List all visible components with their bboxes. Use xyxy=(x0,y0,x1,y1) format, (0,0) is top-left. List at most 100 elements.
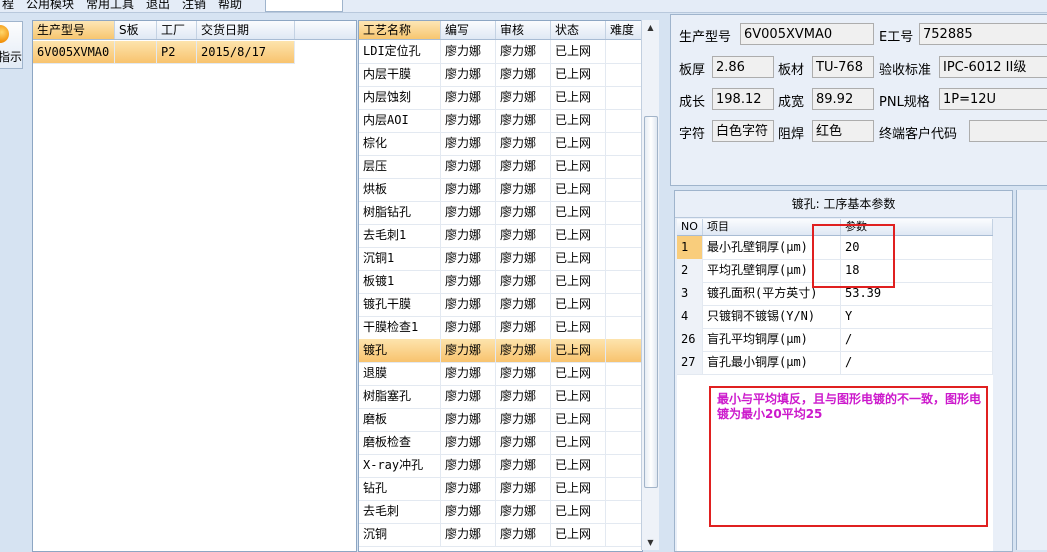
column-header-reviewer[interactable]: 审核 xyxy=(496,21,551,39)
label-e-number: E工号 xyxy=(879,30,914,45)
scroll-down-icon[interactable]: ▼ xyxy=(642,535,659,550)
cell-status: 已上网 xyxy=(551,362,606,385)
cell-item: 盲孔最小铜厚(μm) xyxy=(703,351,841,374)
menu-item[interactable]: 程 xyxy=(2,0,14,12)
table-row[interactable]: 去毛刺1 廖力娜 廖力娜 已上网 xyxy=(359,224,642,248)
menu-item-common-tools[interactable]: 常用工具 xyxy=(86,0,134,12)
column-header-difficulty[interactable]: 难度 xyxy=(606,21,642,39)
indicator-button[interactable]: 指示 xyxy=(0,21,23,69)
table-row[interactable]: 去毛刺 廖力娜 廖力娜 已上网 xyxy=(359,500,642,524)
table-row[interactable]: 内层AOI 廖力娜 廖力娜 已上网 xyxy=(359,109,642,133)
menu-bar: 程 公用模块 常用工具 退出 注销 帮助 xyxy=(0,0,1047,13)
field-width[interactable]: 89.92 xyxy=(812,88,874,110)
cell-process-name: LDI定位孔 xyxy=(359,40,441,63)
cell-status: 已上网 xyxy=(551,293,606,316)
table-row[interactable]: 烘板 廖力娜 廖力娜 已上网 xyxy=(359,178,642,202)
field-standard[interactable]: IPC-6012 II级 xyxy=(939,56,1047,78)
column-header-status[interactable]: 状态 xyxy=(551,21,606,39)
table-row[interactable]: 钻孔 廖力娜 廖力娜 已上网 xyxy=(359,477,642,501)
cell-process-name: 退膜 xyxy=(359,362,441,385)
menu-item-help[interactable]: 帮助 xyxy=(218,0,242,12)
cell-writer: 廖力娜 xyxy=(441,293,496,316)
column-header-model[interactable]: 生产型号 xyxy=(33,21,115,39)
menu-item-exit[interactable]: 退出 xyxy=(146,0,170,12)
menu-combo-box[interactable] xyxy=(265,0,343,12)
column-header-s-board[interactable]: S板 xyxy=(115,21,157,39)
scroll-thumb[interactable] xyxy=(644,116,658,488)
cell-process-name: 干膜检查1 xyxy=(359,316,441,339)
column-header-factory[interactable]: 工厂 xyxy=(157,21,197,39)
menu-item-common-modules[interactable]: 公用模块 xyxy=(26,0,74,12)
table-row[interactable]: X-ray冲孔 廖力娜 廖力娜 已上网 xyxy=(359,454,642,478)
table-row[interactable]: 6V005XVMA0 P2 2015/8/17 xyxy=(33,41,295,64)
cell-param: Y xyxy=(841,305,993,328)
process-grid: 工艺名称 编写 审核 状态 难度 LDI定位孔 廖力娜 廖力娜 已上网 内层干膜 廖力娜廖… xyxy=(358,20,643,552)
table-row[interactable]: 树脂塞孔 廖力娜 廖力娜 已上网 xyxy=(359,385,642,409)
field-material[interactable]: TU-768 xyxy=(812,56,874,78)
table-row[interactable]: 4 只镀铜不镀锡(Y/N) Y xyxy=(677,305,993,329)
field-solder-mask[interactable]: 红色 xyxy=(812,120,874,142)
cell-difficulty xyxy=(606,132,642,155)
field-e-number[interactable]: 752885 xyxy=(919,23,1047,45)
cell-status: 已上网 xyxy=(551,500,606,523)
table-row[interactable]: 板镀1 廖力娜 廖力娜 已上网 xyxy=(359,270,642,294)
cell-reviewer: 廖力娜 xyxy=(496,247,551,270)
field-thickness[interactable]: 2.86 xyxy=(712,56,774,78)
cell-status: 已上网 xyxy=(551,454,606,477)
field-legend-char[interactable]: 白色字符 xyxy=(712,120,774,142)
process-grid-scrollbar[interactable]: ▲ ▼ xyxy=(641,20,659,550)
table-row[interactable]: 树脂钻孔 廖力娜 廖力娜 已上网 xyxy=(359,201,642,225)
label-solder-mask: 阻焊 xyxy=(778,127,805,142)
table-row[interactable]: 磨板 廖力娜 廖力娜 已上网 xyxy=(359,408,642,432)
orders-grid: 生产型号 S板 工厂 交货日期 6V005XVMA0 P2 2015/8/17 xyxy=(32,20,357,552)
table-row[interactable]: 镀孔干膜 廖力娜 廖力娜 已上网 xyxy=(359,293,642,317)
table-row[interactable]: 层压 廖力娜 廖力娜 已上网 xyxy=(359,155,642,179)
product-info-panel: 生产型号 6V005XVMA0 E工号 752885 板厚 2.86 板材 TU… xyxy=(670,14,1047,186)
cell-no: 26 xyxy=(677,328,703,351)
table-row[interactable]: 镀孔 廖力娜 廖力娜 已上网 xyxy=(359,339,642,363)
cell-status: 已上网 xyxy=(551,339,606,362)
cell-difficulty xyxy=(606,293,642,316)
table-row[interactable]: LDI定位孔 廖力娜 廖力娜 已上网 xyxy=(359,40,642,64)
table-row[interactable]: 干膜检查1 廖力娜 廖力娜 已上网 xyxy=(359,316,642,340)
table-row[interactable]: 26 盲孔平均铜厚(μm) / xyxy=(677,328,993,352)
cell-process-name: 棕化 xyxy=(359,132,441,155)
cell-item: 只镀铜不镀锡(Y/N) xyxy=(703,305,841,328)
cell-writer: 廖力娜 xyxy=(441,270,496,293)
field-pnl[interactable]: 1P=12U xyxy=(939,88,1047,110)
table-row[interactable]: 内层蚀刻 廖力娜 廖力娜 已上网 xyxy=(359,86,642,110)
cell-status: 已上网 xyxy=(551,201,606,224)
label-model: 生产型号 xyxy=(679,30,732,45)
cell-reviewer: 廖力娜 xyxy=(496,86,551,109)
menu-item-logout[interactable]: 注销 xyxy=(182,0,206,12)
orders-grid-header: 生产型号 S板 工厂 交货日期 xyxy=(33,21,356,40)
label-material: 板材 xyxy=(778,63,805,78)
table-row[interactable]: 退膜 廖力娜 廖力娜 已上网 xyxy=(359,362,642,386)
table-row[interactable]: 棕化 廖力娜 廖力娜 已上网 xyxy=(359,132,642,156)
table-row[interactable]: 27 盲孔最小铜厚(μm) / xyxy=(677,351,993,375)
table-row[interactable]: 磨板检查 廖力娜 廖力娜 已上网 xyxy=(359,431,642,455)
column-header-writer[interactable]: 编写 xyxy=(441,21,496,39)
cell-no: 2 xyxy=(677,259,703,282)
field-customer-code[interactable] xyxy=(969,120,1047,142)
cell-s-board xyxy=(115,41,157,63)
cell-reviewer: 廖力娜 xyxy=(496,270,551,293)
table-row[interactable]: 内层干膜 廖力娜 廖力娜 已上网 xyxy=(359,63,642,87)
cell-process-name: 树脂钻孔 xyxy=(359,201,441,224)
cell-writer: 廖力娜 xyxy=(441,339,496,362)
cell-reviewer: 廖力娜 xyxy=(496,385,551,408)
cell-status: 已上网 xyxy=(551,40,606,63)
cell-reviewer: 廖力娜 xyxy=(496,63,551,86)
cell-status: 已上网 xyxy=(551,247,606,270)
cell-process-name: 板镀1 xyxy=(359,270,441,293)
field-length[interactable]: 198.12 xyxy=(712,88,774,110)
table-row[interactable]: 沉铜1 廖力娜 廖力娜 已上网 xyxy=(359,247,642,271)
column-header-process-name[interactable]: 工艺名称 xyxy=(359,21,441,39)
scroll-up-icon[interactable]: ▲ xyxy=(642,20,659,35)
cell-reviewer: 廖力娜 xyxy=(496,500,551,523)
column-header-delivery-date[interactable]: 交货日期 xyxy=(197,21,295,39)
cell-process-name: 磨板 xyxy=(359,408,441,431)
column-header-no[interactable]: NO xyxy=(677,219,703,235)
table-row[interactable]: 沉铜 廖力娜 廖力娜 已上网 xyxy=(359,523,642,547)
field-model[interactable]: 6V005XVMA0 xyxy=(740,23,874,45)
